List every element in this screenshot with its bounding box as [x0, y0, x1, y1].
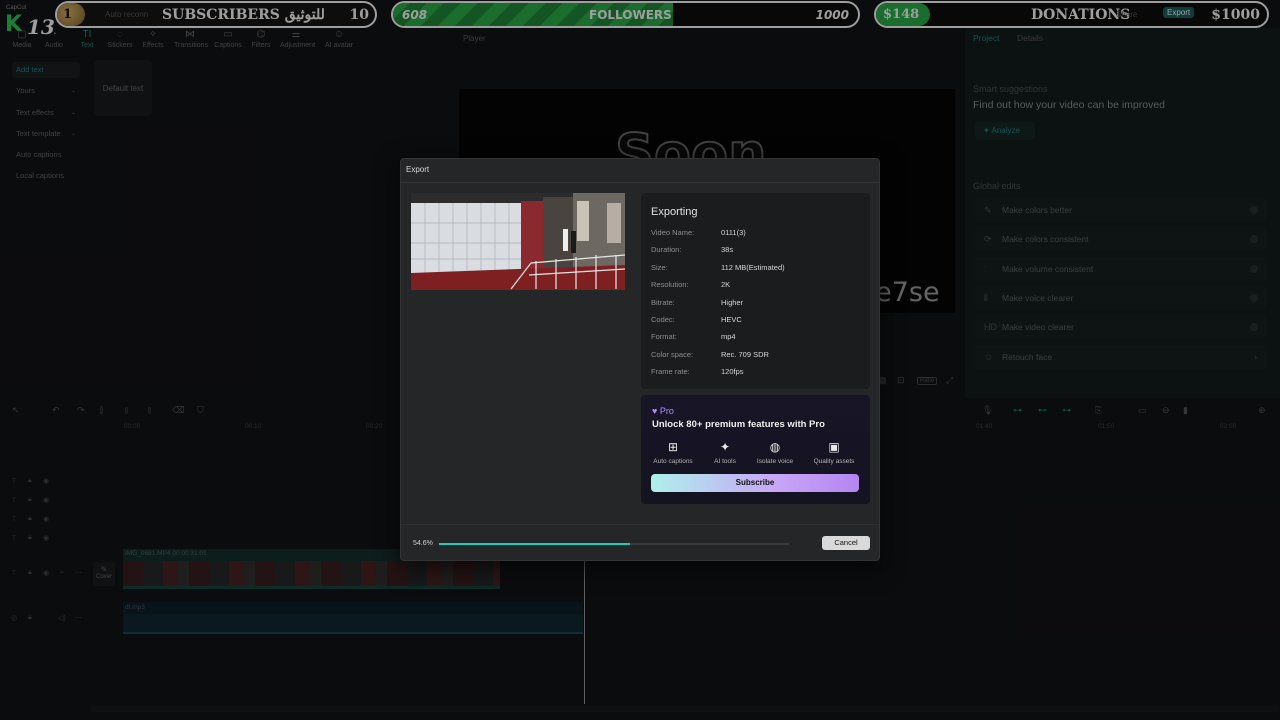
info-key: Codec: — [651, 315, 675, 324]
quality-assets-icon: ▣ — [828, 440, 840, 454]
pro-upsell-card: ♥ Pro Unlock 80+ premium features with P… — [641, 395, 870, 504]
info-value: 2K — [721, 280, 731, 290]
divider — [401, 524, 879, 525]
export-dialog-title: Export — [406, 165, 430, 174]
subscribe-button[interactable]: Subscribe — [651, 474, 859, 492]
pro-feature-ai-tools: ✦ AI tools — [700, 439, 750, 465]
info-value: mp4 — [721, 332, 736, 342]
export-progress-bar — [439, 543, 789, 545]
cancel-button[interactable]: Cancel — [822, 536, 870, 550]
pro-badge: ♥ Pro — [652, 406, 674, 416]
ai-tools-icon: ✦ — [719, 440, 731, 454]
info-key: Color space: — [651, 349, 694, 359]
export-dialog: Export Exporting Video Name: 0111(3) Dur… — [400, 158, 880, 561]
preview-image — [411, 193, 625, 290]
export-progress-fill — [439, 543, 631, 545]
info-value: 0111(3) — [721, 228, 746, 237]
pro-headline: Unlock 80+ premium features with Pro — [652, 419, 825, 430]
export-info-panel: Exporting Video Name: 0111(3) Duration: 38s… — [641, 193, 870, 389]
divider — [401, 182, 879, 183]
info-value: Rec. 709 SDR — [721, 349, 769, 359]
auto-captions-icon: ⊞ — [667, 440, 679, 454]
info-key: Video Name: — [651, 228, 695, 237]
capcut-editor-window: CapCut K 13 1 Auto reconn SUBSCRIBERS لل… — [0, 0, 1280, 720]
info-value: HEVC — [721, 315, 742, 324]
export-progress-percent: 54.6% — [413, 540, 433, 547]
info-key: Format: — [651, 332, 677, 342]
pro-feature-label: Quality assets — [813, 458, 855, 465]
info-value: Higher — [721, 297, 744, 307]
export-preview-thumbnail — [411, 193, 625, 290]
isolate-voice-icon: ◍ — [769, 440, 781, 454]
exporting-heading: Exporting — [651, 206, 698, 218]
pro-feature-label: Isolate voice — [756, 458, 794, 465]
pro-feature-isolate-voice: ◍ Isolate voice — [750, 439, 800, 465]
info-key: Resolution: — [651, 280, 689, 290]
info-key: Size: — [651, 262, 668, 272]
info-value: 120fps — [721, 367, 744, 377]
pro-feature-auto-captions: ⊞ Auto captions — [648, 439, 698, 465]
info-key: Bitrate: — [651, 297, 675, 307]
pro-feature-label: AI tools — [714, 458, 736, 465]
info-value: 38s — [721, 245, 734, 255]
info-value: 112 MB(Estimated) — [721, 262, 785, 272]
pro-feature-quality-assets: ▣ Quality assets — [809, 439, 859, 465]
info-key: Duration: — [651, 245, 682, 255]
info-key: Frame rate: — [651, 367, 690, 377]
pro-feature-label: Auto captions — [653, 458, 693, 465]
